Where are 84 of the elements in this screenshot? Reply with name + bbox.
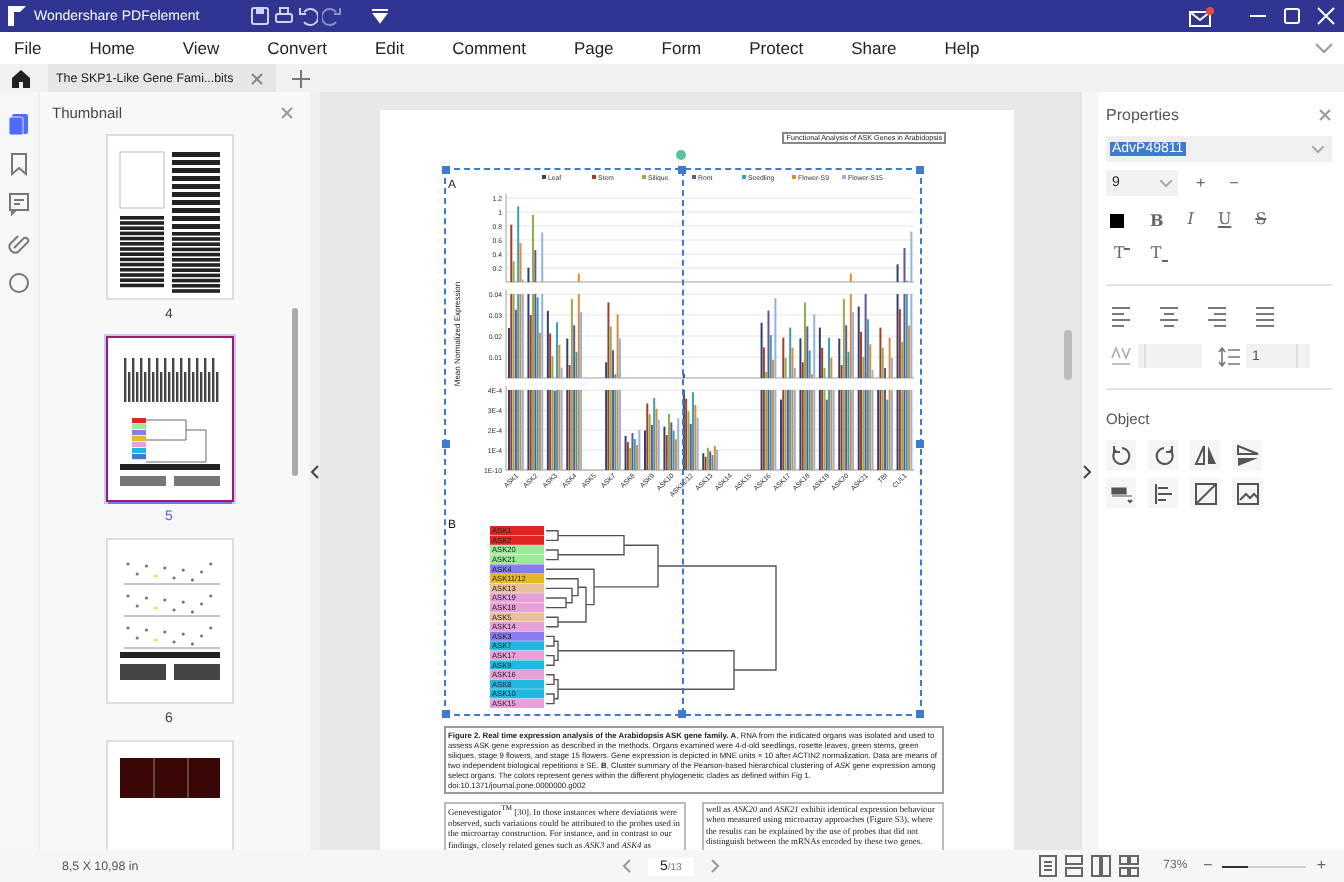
circle-icon[interactable] [8, 272, 30, 296]
italic-button[interactable]: I [1181, 210, 1200, 230]
menu-item[interactable]: Home [89, 38, 157, 58]
menu-item[interactable]: Page [573, 38, 636, 58]
distribute-icon [1151, 481, 1175, 505]
menu-item[interactable]: Convert [267, 38, 349, 58]
increase-size-button[interactable]: + [1190, 173, 1212, 193]
caret-icon [1312, 145, 1324, 153]
rotate-right-button[interactable] [1148, 440, 1178, 470]
print-icon[interactable] [273, 6, 294, 26]
resize-handle[interactable] [442, 440, 450, 448]
maximize-icon[interactable] [1282, 6, 1302, 26]
two-page-icon[interactable] [1089, 854, 1112, 878]
crop-icon [1193, 481, 1217, 505]
spacing-field[interactable] [1138, 344, 1202, 368]
resize-handle[interactable] [916, 440, 924, 448]
rotate-left-button[interactable] [1106, 440, 1136, 470]
superscript-button[interactable]: T [1110, 244, 1135, 264]
single-page-icon[interactable] [1037, 854, 1058, 878]
page-thumbnail[interactable] [105, 336, 233, 502]
comment-icon[interactable] [8, 192, 30, 216]
redo-icon[interactable] [321, 6, 342, 26]
image-button[interactable] [1232, 478, 1262, 508]
chevron-right-icon[interactable] [1082, 463, 1092, 479]
resize-handle[interactable] [678, 166, 686, 174]
pages-icon[interactable] [8, 112, 30, 136]
chevron-left-icon[interactable] [310, 463, 320, 479]
next-page-icon[interactable] [709, 858, 720, 874]
chevron-down-icon[interactable] [1314, 42, 1334, 54]
mail-icon[interactable] [1188, 5, 1214, 27]
scrollbar-thumb[interactable] [1064, 330, 1072, 380]
scrollbar-thumb[interactable] [292, 308, 298, 476]
align-objects-button[interactable] [1106, 478, 1136, 508]
menu-item[interactable]: File [14, 38, 64, 58]
menu-item[interactable]: Help [944, 38, 1002, 58]
flip-horizontal-button[interactable] [1190, 440, 1220, 470]
previous-page-icon[interactable] [622, 858, 632, 874]
align-objects-icon [1109, 481, 1133, 505]
flip-horizontal-icon [1193, 443, 1217, 467]
resize-handle[interactable] [916, 166, 924, 174]
align-left-icon[interactable] [1110, 306, 1132, 328]
menu-item[interactable]: Form [661, 38, 724, 58]
menu-item[interactable]: View [182, 38, 242, 58]
app-logo-icon [6, 4, 28, 28]
menu-item[interactable]: Protect [749, 38, 826, 58]
resize-handle[interactable] [442, 710, 450, 718]
bold-button[interactable]: B [1144, 210, 1170, 230]
resize-handle[interactable] [442, 166, 450, 174]
paperclip-icon[interactable] [8, 232, 30, 256]
decrease-size-button[interactable]: − [1223, 173, 1245, 193]
flip-vertical-button[interactable] [1232, 440, 1262, 470]
align-center-icon[interactable] [1158, 306, 1180, 328]
continuous-page-icon[interactable] [1063, 854, 1084, 878]
undo-icon[interactable] [297, 6, 318, 26]
flip-vertical-icon [1235, 443, 1259, 467]
align-right-icon[interactable] [1206, 306, 1228, 328]
line-spacing-icon [1218, 345, 1240, 367]
save-icon[interactable] [249, 6, 270, 26]
text-color-swatch[interactable] [1110, 213, 1124, 227]
justify-icon[interactable] [1254, 306, 1276, 328]
underline-button[interactable]: U [1211, 210, 1238, 230]
menu-item[interactable]: Edit [374, 38, 427, 58]
bookmark-icon[interactable] [8, 152, 30, 176]
dropdown-icon[interactable] [369, 6, 390, 26]
rotate-right-icon [1151, 443, 1175, 467]
rotate-handle[interactable] [676, 150, 686, 160]
home-icon[interactable] [10, 68, 32, 88]
add-tab-icon[interactable] [291, 69, 310, 87]
menu-item[interactable]: Comment [452, 38, 548, 58]
zoom-in-button[interactable]: + [1310, 856, 1332, 876]
menu-item[interactable]: Share [851, 38, 919, 58]
caret-icon [1160, 179, 1172, 187]
subscript-button[interactable]: T [1146, 244, 1172, 264]
character-spacing-icon [1110, 346, 1132, 366]
image-icon [1235, 481, 1259, 505]
grid-view-icon[interactable] [1117, 854, 1140, 878]
resize-handle[interactable] [678, 710, 686, 718]
panel-title: Properties [1106, 105, 1179, 123]
resize-handle[interactable] [916, 710, 924, 718]
strike-button[interactable]: S [1249, 210, 1273, 230]
distribute-button[interactable] [1148, 478, 1178, 508]
rotate-left-icon [1109, 443, 1133, 467]
zoom-out-button[interactable]: − [1197, 856, 1219, 876]
crop-button[interactable] [1190, 478, 1220, 508]
